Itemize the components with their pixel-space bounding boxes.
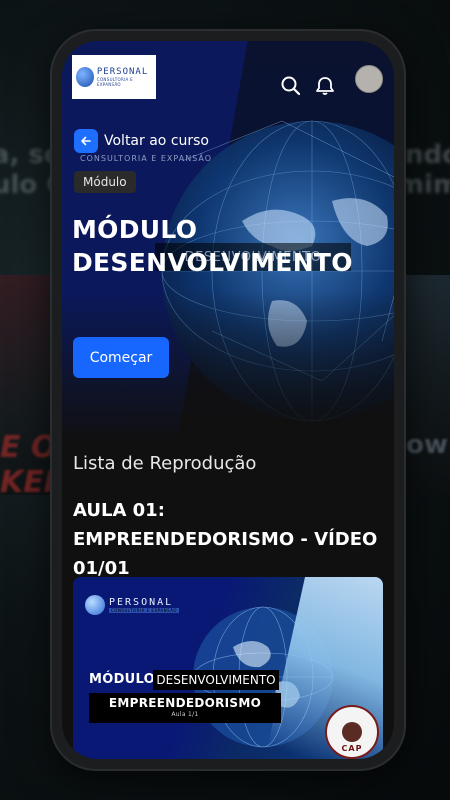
- thumbnail-logo-tagline: CONSULTORIA E EXPANSÃO: [109, 608, 180, 613]
- thumbnail-banner2-label: EMPREENDEDORISMO: [108, 696, 262, 710]
- logo-globe-icon: [76, 67, 94, 87]
- thumbnail-aula-label: Aula 1/1: [171, 711, 199, 718]
- back-button[interactable]: [74, 129, 98, 153]
- phone-frame: PERSONAL CONSULTORIA E EXPANSÃO Voltar a…: [52, 31, 404, 769]
- lesson-title[interactable]: AULA 01: EMPREENDEDORISMO - VÍDEO 01/01: [73, 496, 383, 583]
- lesson-thumbnail[interactable]: PERSONAL CONSULTORIA E EXPANSÃO MÓDULO D…: [73, 577, 383, 759]
- thumbnail-banner-empreendedorismo: EMPREENDEDORISMO Aula 1/1: [89, 693, 281, 723]
- logo-name: PERSONAL: [96, 67, 149, 77]
- search-icon[interactable]: [280, 75, 302, 97]
- cap-seal: CAP: [325, 705, 379, 759]
- thumbnail-logo-globe-icon: [85, 595, 105, 615]
- bell-icon[interactable]: [314, 75, 336, 97]
- module-title: MÓDULO DESENVOLVIMENTO: [72, 215, 353, 277]
- back-label: Voltar ao curso: [104, 133, 209, 149]
- avatar[interactable]: [355, 65, 383, 93]
- cap-seal-label: CAP: [341, 744, 363, 753]
- thumbnail-modulo: MÓDULO: [89, 672, 156, 687]
- phone-screen: PERSONAL CONSULTORIA E EXPANSÃO Voltar a…: [62, 41, 394, 759]
- thumbnail-logo-name: PERSONAL: [109, 597, 174, 608]
- cap-seal-portrait: [342, 722, 362, 742]
- thumbnail-banner-desenvolvimento: DESENVOLVIMENTO: [153, 670, 279, 690]
- thumbnail-logo: PERSONAL CONSULTORIA E EXPANSÃO: [85, 595, 180, 615]
- hero-faded-subtitle: CONSULTORIA E EXPANSÃO: [80, 154, 213, 163]
- back-to-course-link[interactable]: Voltar ao curso: [74, 129, 209, 153]
- logo-tagline: CONSULTORIA E EXPANSÃO: [96, 77, 133, 87]
- brand-logo[interactable]: PERSONAL CONSULTORIA E EXPANSÃO: [72, 55, 156, 99]
- module-badge: Módulo: [74, 171, 136, 193]
- start-button[interactable]: Começar: [73, 337, 169, 378]
- arrow-left-icon: [81, 136, 91, 146]
- background-card-right: [402, 275, 450, 495]
- hero-banner: PERSONAL CONSULTORIA E EXPANSÃO Voltar a…: [62, 41, 394, 441]
- background-text-right-lower: ow: [406, 430, 448, 460]
- playlist-heading: Lista de Reprodução: [73, 453, 257, 474]
